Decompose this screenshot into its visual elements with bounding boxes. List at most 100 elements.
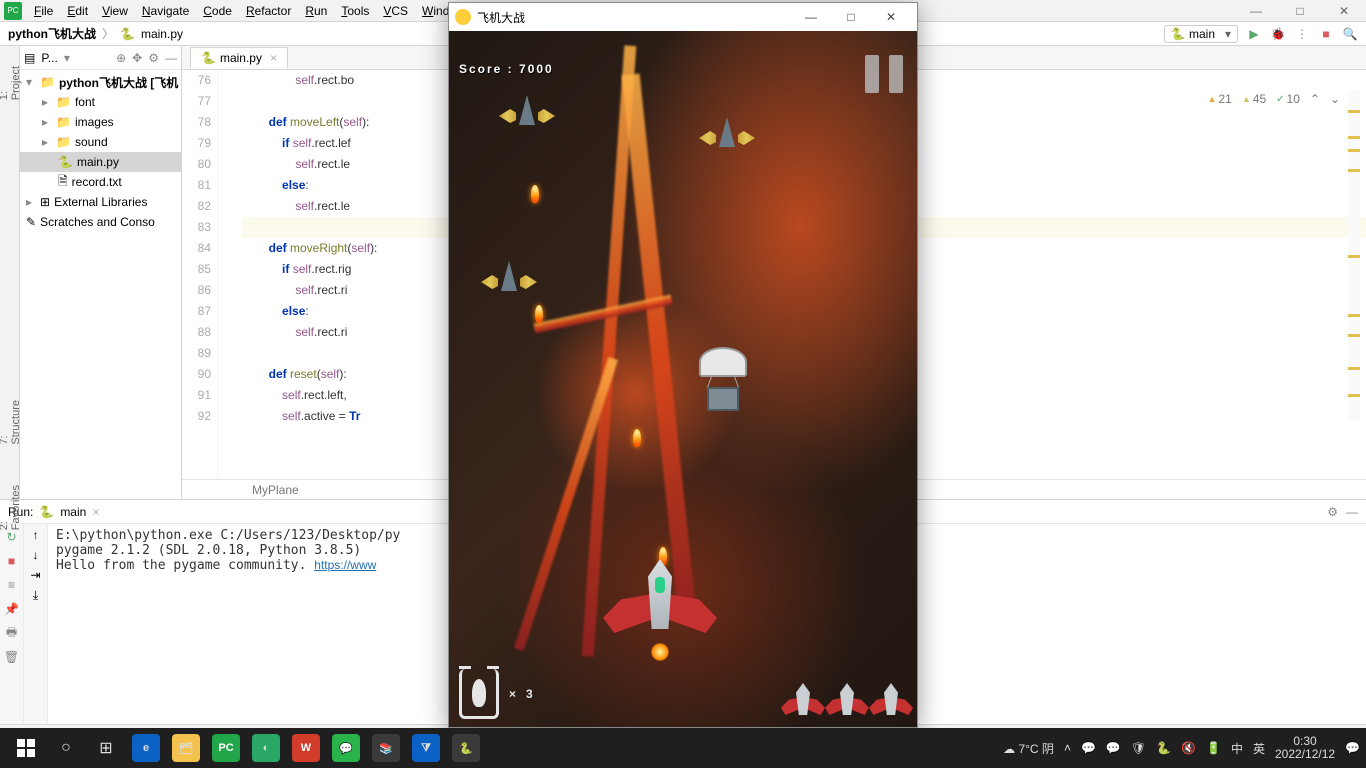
pygame-link[interactable]: https://www: [314, 558, 376, 572]
tree-file-main[interactable]: 🐍main.py: [20, 152, 181, 172]
expand-icon[interactable]: ⌃: [1310, 92, 1320, 106]
life-icon: [825, 683, 869, 723]
stop-icon[interactable]: ■: [1318, 26, 1334, 42]
gear-icon[interactable]: ⚙: [148, 51, 159, 65]
app-explorer[interactable]: 🗂: [166, 728, 206, 768]
app-vscode[interactable]: ⧩: [406, 728, 446, 768]
wrap-icon[interactable]: ⇥: [30, 568, 40, 582]
menu-edit[interactable]: Edit: [61, 2, 94, 20]
tool-tab-project[interactable]: 1: Project: [0, 66, 22, 100]
menu-code[interactable]: Code: [197, 2, 238, 20]
left-tool-strip: 1: Project 7: Structure 2: Favorites: [0, 46, 20, 499]
tree-ext-lib[interactable]: ▸⊞External Libraries: [20, 192, 181, 212]
error-stripe[interactable]: [1348, 90, 1360, 420]
clock[interactable]: 0:302022/12/12: [1275, 735, 1335, 761]
menu-run[interactable]: Run: [299, 2, 333, 20]
locate-icon[interactable]: ⊕: [116, 51, 126, 65]
run-config-name[interactable]: main: [60, 505, 86, 519]
tray-security-icon[interactable]: 🛡: [1131, 741, 1146, 755]
layout-icon[interactable]: ≡: [3, 576, 21, 594]
close-icon[interactable]: ✕: [871, 10, 911, 24]
tree-file-record[interactable]: 🗎record.txt: [20, 172, 181, 192]
hide-icon[interactable]: —: [165, 51, 177, 65]
battery-icon[interactable]: 🔋: [1206, 741, 1221, 755]
menu-view[interactable]: View: [96, 2, 134, 20]
print-icon[interactable]: 🖶: [3, 624, 21, 642]
breadcrumb-file[interactable]: main.py: [141, 27, 183, 41]
typo-count: 10: [1276, 92, 1300, 106]
start-button[interactable]: [6, 728, 46, 768]
app-generic-1[interactable]: ◐: [246, 728, 286, 768]
more-run-icon[interactable]: ⋮: [1294, 26, 1310, 42]
ime-lang2[interactable]: 英: [1253, 740, 1265, 757]
editor-tab[interactable]: 🐍 main.py ×: [190, 47, 288, 69]
chevron-down-icon[interactable]: ▾: [64, 51, 70, 65]
weather-widget[interactable]: ☁ 7°C 阴: [1003, 740, 1054, 757]
run-config-selector[interactable]: 🐍 main: [1164, 25, 1238, 43]
bullet: [633, 429, 641, 447]
debug-icon[interactable]: 🐞: [1270, 26, 1286, 42]
ime-lang1[interactable]: 中: [1231, 740, 1243, 757]
minimize-icon[interactable]: —: [791, 10, 831, 24]
maximize-icon[interactable]: □: [1278, 0, 1322, 22]
up-icon[interactable]: ↑: [33, 528, 39, 542]
minimize-icon[interactable]: —: [1234, 0, 1278, 22]
app-python[interactable]: 🐍: [446, 728, 486, 768]
close-icon[interactable]: ✕: [1322, 0, 1366, 22]
enemy-plane: [481, 261, 537, 307]
scroll-icon[interactable]: ⤓: [33, 588, 38, 603]
menu-tools[interactable]: Tools: [335, 2, 375, 20]
task-view-button[interactable]: ⊞: [86, 728, 126, 768]
chevron-right-icon: 〉: [102, 25, 114, 42]
project-view-icon[interactable]: ▤: [24, 51, 35, 65]
stop-icon[interactable]: ■: [3, 552, 21, 570]
app-wps[interactable]: W: [286, 728, 326, 768]
run-side-toolbar-2: ↑ ↓ ⇥ ⤓: [24, 524, 48, 724]
tool-tab-favorites[interactable]: 2: Favorites: [0, 485, 22, 530]
collapse-icon[interactable]: ⌄: [1330, 92, 1340, 106]
tree-folder-font[interactable]: ▸📁font: [20, 92, 181, 112]
inspections-widget[interactable]: 21 45 10 ⌃ ⌄: [1208, 92, 1340, 106]
expand-icon[interactable]: ✥: [132, 51, 142, 65]
fold-gutter[interactable]: [218, 70, 238, 479]
game-title: 飞机大战: [477, 9, 525, 26]
project-tree[interactable]: ▾📁python飞机大战 [飞机▸📁font▸📁images▸📁sound🐍ma…: [20, 70, 181, 499]
gear-icon[interactable]: ⚙: [1327, 505, 1338, 519]
notifications-icon[interactable]: 💬: [1345, 741, 1360, 755]
search-button[interactable]: ○: [46, 728, 86, 768]
maximize-icon[interactable]: □: [831, 10, 871, 24]
menu-refactor[interactable]: Refactor: [240, 2, 297, 20]
app-wechat[interactable]: 💬: [326, 728, 366, 768]
menu-navigate[interactable]: Navigate: [136, 2, 195, 20]
app-pycharm[interactable]: PC: [206, 728, 246, 768]
life-icon: [869, 683, 913, 723]
game-canvas[interactable]: Score : 7000 ×3: [449, 31, 917, 727]
volume-icon[interactable]: 🔇: [1181, 741, 1196, 755]
pause-button[interactable]: [865, 55, 903, 93]
menu-file[interactable]: File: [28, 2, 59, 20]
hide-icon[interactable]: —: [1346, 505, 1358, 519]
trash-icon[interactable]: 🗑: [3, 648, 21, 666]
tray-wechat-icon[interactable]: 💬: [1081, 741, 1096, 755]
tray-wechat2-icon[interactable]: 💬: [1106, 741, 1121, 755]
close-run-tab-icon[interactable]: ×: [92, 505, 99, 519]
rerun-icon[interactable]: ↻: [3, 528, 21, 546]
breadcrumb-project[interactable]: python飞机大战: [8, 25, 96, 42]
tree-folder-sound[interactable]: ▸📁sound: [20, 132, 181, 152]
project-label[interactable]: P...: [41, 51, 57, 65]
tree-folder-images[interactable]: ▸📁images: [20, 112, 181, 132]
tray-expand-icon[interactable]: ˄: [1064, 741, 1071, 755]
tree-root[interactable]: ▾📁python飞机大战 [飞机: [20, 72, 181, 92]
tree-scratches[interactable]: ✎Scratches and Conso: [20, 212, 181, 232]
close-tab-icon[interactable]: ×: [270, 51, 277, 65]
run-icon[interactable]: ▶: [1246, 26, 1262, 42]
app-generic-2[interactable]: 📚: [366, 728, 406, 768]
down-icon[interactable]: ↓: [33, 548, 39, 562]
pin-icon[interactable]: 📌: [3, 600, 21, 618]
tray-python-icon[interactable]: 🐍: [1156, 741, 1171, 755]
app-edge[interactable]: e: [126, 728, 166, 768]
game-titlebar[interactable]: 飞机大战 — □ ✕: [449, 3, 917, 31]
search-everywhere-icon[interactable]: 🔍: [1342, 26, 1358, 42]
tool-tab-structure[interactable]: 7: Structure: [0, 400, 22, 445]
menu-vcs[interactable]: VCS: [377, 2, 414, 20]
